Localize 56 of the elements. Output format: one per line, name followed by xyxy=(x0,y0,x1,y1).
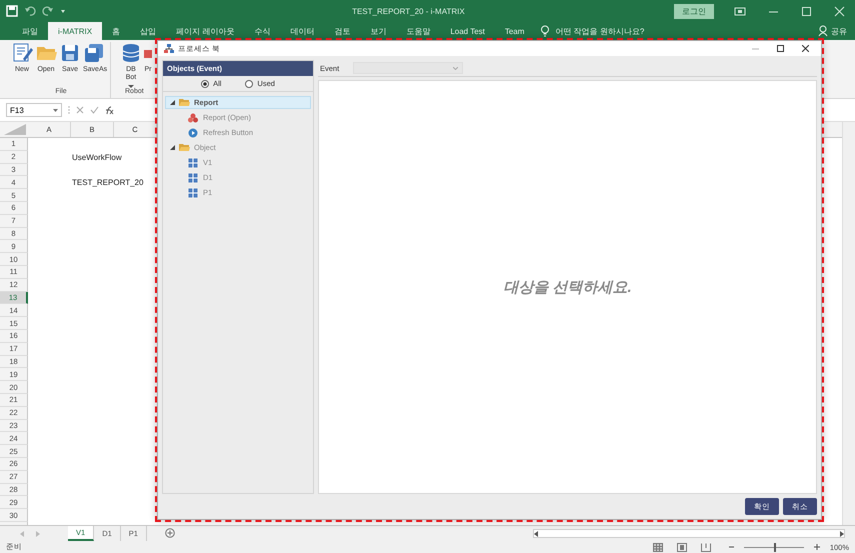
scroll-right-icon[interactable] xyxy=(840,530,844,536)
cell-text: UseWorkFlow xyxy=(71,152,122,164)
cancel-icon[interactable] xyxy=(76,106,84,114)
cluster-icon xyxy=(188,112,199,122)
block-icon xyxy=(144,50,152,58)
ribbon-tab[interactable]: Load Test xyxy=(440,22,495,40)
expanded-caret-icon[interactable] xyxy=(170,144,175,150)
close-icon[interactable] xyxy=(802,45,809,52)
folder-icon xyxy=(179,98,190,108)
vertical-scrollbar[interactable] xyxy=(842,122,855,525)
maximize-icon[interactable] xyxy=(777,45,784,52)
ribbon-tab[interactable]: i-MATRIX xyxy=(48,22,102,40)
ribbon-tab[interactable]: 수식 xyxy=(244,22,280,40)
caret-icon xyxy=(53,108,58,112)
expanded-caret-icon[interactable] xyxy=(170,100,175,106)
tell-me-field[interactable]: 어떤 작업을 원하시나요? xyxy=(555,26,686,36)
play-circle-icon xyxy=(188,128,199,138)
enter-icon[interactable] xyxy=(90,106,99,114)
ribbon-tab[interactable]: 페이지 레이아웃 xyxy=(166,22,244,40)
person-icon xyxy=(818,25,828,37)
folder-icon xyxy=(179,142,190,152)
hierarchy-icon xyxy=(164,44,174,53)
save-icon[interactable] xyxy=(6,5,18,17)
name-box[interactable]: F13 xyxy=(6,103,62,117)
page-layout-icon[interactable] xyxy=(676,542,687,552)
zoom-out-icon[interactable] xyxy=(728,544,734,550)
zoom-slider-thumb[interactable] xyxy=(774,542,776,552)
ribbon-tab[interactable]: 도움말 xyxy=(396,22,440,40)
ribbon-display-icon[interactable] xyxy=(734,6,746,16)
add-sheet-icon[interactable] xyxy=(164,528,175,538)
ribbon-tab[interactable]: 데이터 xyxy=(280,22,324,40)
share-button[interactable]: 공유 xyxy=(818,22,847,40)
page-break-icon[interactable] xyxy=(700,542,711,552)
ribbon-tab[interactable]: Team xyxy=(494,22,534,40)
redo-icon[interactable] xyxy=(42,5,54,17)
cell-text: TEST_REPORT_20 xyxy=(71,177,144,190)
ribbon-tab[interactable]: 보기 xyxy=(360,22,396,40)
grid-icon xyxy=(188,158,199,168)
customize-caret-icon[interactable] xyxy=(60,7,66,15)
window-title: TEST_REPORT_20 - i-MATRIX xyxy=(352,6,465,16)
ribbon-tab[interactable]: 삽입 xyxy=(130,22,166,40)
zoom-in-icon[interactable] xyxy=(814,544,820,550)
undo-icon[interactable] xyxy=(24,5,36,17)
login-button[interactable]: 로그인 xyxy=(674,4,714,18)
normal-view-icon[interactable] xyxy=(652,542,663,552)
function-icon[interactable] xyxy=(105,105,114,115)
scroll-left-icon[interactable] xyxy=(534,530,538,536)
empty-message: 대상을 선택하세요. xyxy=(503,278,632,296)
grid-icon xyxy=(188,188,199,198)
lightbulb-icon xyxy=(540,25,550,37)
ribbon-tab[interactable]: 홈 xyxy=(102,22,130,40)
grid-icon xyxy=(188,172,199,182)
ribbon-tab[interactable]: 검토 xyxy=(324,22,360,40)
horizontal-scrollbar[interactable] xyxy=(533,529,845,538)
caret-icon xyxy=(453,66,458,70)
ribbon-tab[interactable]: 파일 xyxy=(12,22,48,40)
